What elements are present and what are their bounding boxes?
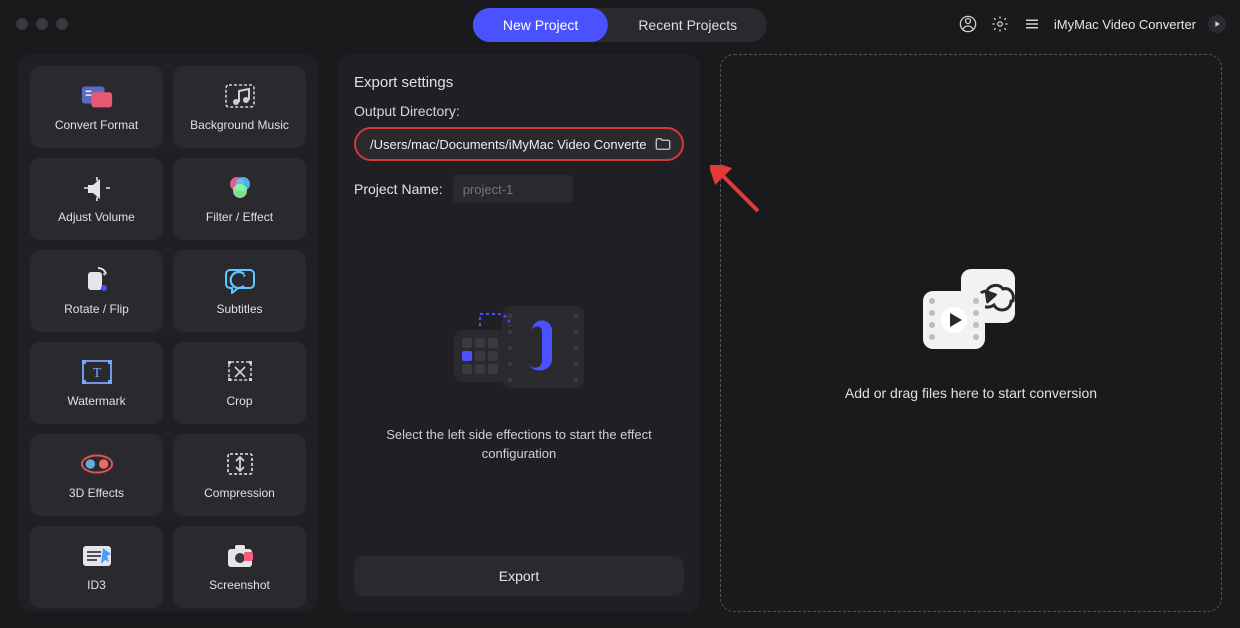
tool-adjust-volume[interactable]: Adjust Volume xyxy=(30,158,163,240)
tool-label: Background Music xyxy=(190,118,289,132)
tool-label: Filter / Effect xyxy=(206,210,273,224)
menu-icon[interactable] xyxy=(1022,14,1042,34)
tools-sidebar: Convert Format Background Music Adjust Vol… xyxy=(18,54,318,612)
tool-label: Adjust Volume xyxy=(58,210,135,224)
export-panel: Export settings Output Directory: /Users… xyxy=(338,54,700,612)
tool-label: ID3 xyxy=(87,578,106,592)
project-name-label: Project Name: xyxy=(354,181,443,197)
tool-label: Compression xyxy=(204,486,275,500)
convert-format-icon xyxy=(80,82,114,110)
tool-filter-effect[interactable]: Filter / Effect xyxy=(173,158,306,240)
tool-label: Watermark xyxy=(67,394,125,408)
tab-new-project[interactable]: New Project xyxy=(473,8,608,42)
tool-label: Screenshot xyxy=(209,578,270,592)
tool-id3[interactable]: ID3 xyxy=(30,526,163,608)
traffic-zoom[interactable] xyxy=(56,18,68,30)
window-controls xyxy=(16,18,68,30)
effect-preview-illustration xyxy=(444,296,594,406)
titlebar: New Project Recent Projects iMyMac Video… xyxy=(0,0,1240,48)
traffic-minimize[interactable] xyxy=(36,18,48,30)
3d-effects-icon xyxy=(80,450,114,478)
tool-crop[interactable]: Crop xyxy=(173,342,306,424)
drop-illustration-icon xyxy=(911,265,1031,357)
screenshot-icon xyxy=(223,542,257,570)
tool-convert-format[interactable]: Convert Format xyxy=(30,66,163,148)
tool-label: Crop xyxy=(226,394,252,408)
export-title: Export settings xyxy=(354,74,684,91)
titlebar-right: iMyMac Video Converter xyxy=(958,14,1226,34)
tool-label: Subtitles xyxy=(216,302,262,316)
id3-icon xyxy=(80,542,114,570)
watermark-icon: T xyxy=(80,358,114,386)
adjust-volume-icon xyxy=(80,174,114,202)
account-icon[interactable] xyxy=(958,14,978,34)
background-music-icon xyxy=(223,82,257,110)
svg-text:T: T xyxy=(92,366,101,381)
rotate-flip-icon xyxy=(80,266,114,294)
tab-recent-projects[interactable]: Recent Projects xyxy=(608,8,767,42)
outdir-value: /Users/mac/Documents/iMyMac Video Conver… xyxy=(370,137,646,152)
tool-compression[interactable]: Compression xyxy=(173,434,306,516)
app-name: iMyMac Video Converter xyxy=(1054,17,1196,32)
traffic-close[interactable] xyxy=(16,18,28,30)
browse-folder-icon[interactable] xyxy=(654,135,672,153)
export-button[interactable]: Export xyxy=(354,556,684,596)
tool-label: 3D Effects xyxy=(69,486,124,500)
tool-background-music[interactable]: Background Music xyxy=(173,66,306,148)
app-logo-play-icon xyxy=(1208,15,1226,33)
filter-effect-icon xyxy=(223,174,257,202)
output-directory-field[interactable]: /Users/mac/Documents/iMyMac Video Conver… xyxy=(354,127,684,161)
tool-watermark[interactable]: T Watermark xyxy=(30,342,163,424)
settings-icon[interactable] xyxy=(990,14,1010,34)
project-name-input[interactable] xyxy=(453,175,573,203)
tool-label: Convert Format xyxy=(55,118,138,132)
export-hint: Select the left side effections to start… xyxy=(366,426,672,464)
tool-screenshot[interactable]: Screenshot xyxy=(173,526,306,608)
tool-subtitles[interactable]: Subtitles xyxy=(173,250,306,332)
tool-rotate-flip[interactable]: Rotate / Flip xyxy=(30,250,163,332)
outdir-label: Output Directory: xyxy=(354,103,684,119)
project-tabs: New Project Recent Projects xyxy=(473,8,767,42)
drop-hint: Add or drag files here to start conversi… xyxy=(845,385,1097,401)
tool-label: Rotate / Flip xyxy=(64,302,129,316)
tool-3d-effects[interactable]: 3D Effects xyxy=(30,434,163,516)
compression-icon xyxy=(223,450,257,478)
crop-icon xyxy=(223,358,257,386)
subtitles-icon xyxy=(223,266,257,294)
file-drop-area[interactable]: Add or drag files here to start conversi… xyxy=(720,54,1222,612)
